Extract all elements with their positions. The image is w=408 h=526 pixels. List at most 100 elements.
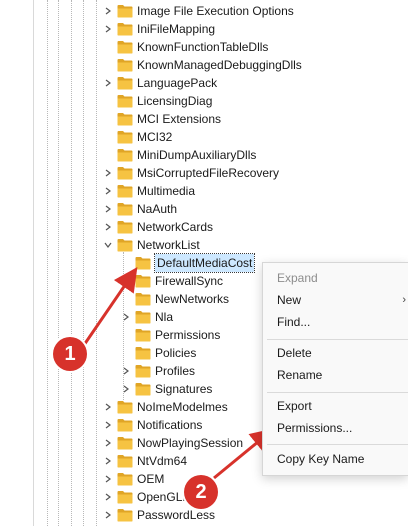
tree-item-label: KnownFunctionTableDlls <box>137 40 269 54</box>
tree-item[interactable]: NaAuth <box>103 200 177 218</box>
tree-item-label: Image File Execution Options <box>137 4 294 18</box>
chevron-right-icon[interactable] <box>103 74 113 92</box>
chevron-right-icon[interactable] <box>103 470 113 488</box>
chevron-right-icon[interactable] <box>121 308 131 326</box>
tree-item[interactable]: MiniDumpAuxiliaryDlls <box>103 146 256 164</box>
menu-separator <box>267 339 408 340</box>
folder-icon <box>117 437 133 450</box>
menu-item-delete[interactable]: Delete <box>263 342 408 364</box>
tree-item[interactable]: KnownManagedDebuggingDlls <box>103 56 302 74</box>
tree-item[interactable]: DefaultMediaCost <box>121 253 256 273</box>
tree-item[interactable]: KnownFunctionTableDlls <box>103 38 268 56</box>
chevron-right-icon[interactable] <box>103 506 113 524</box>
chevron-down-icon[interactable] <box>103 236 113 254</box>
chevron-right-icon[interactable] <box>103 218 113 236</box>
folder-icon <box>117 113 133 126</box>
expander-placeholder <box>121 272 131 290</box>
tree-item[interactable]: Policies <box>121 344 196 362</box>
menu-item-permissions[interactable]: Permissions... <box>263 417 408 439</box>
expander-placeholder <box>103 92 113 110</box>
tree-item[interactable]: NetworkCards <box>103 218 213 236</box>
chevron-right-icon[interactable] <box>103 182 113 200</box>
folder-icon <box>117 203 133 216</box>
tree-item[interactable]: NtVdm64 <box>103 452 187 470</box>
tree-item[interactable]: Signatures <box>121 380 212 398</box>
chevron-right-icon[interactable] <box>103 452 113 470</box>
tree-item[interactable]: FirewallSync <box>121 272 223 290</box>
tree-item-label: IniFileMapping <box>137 22 216 36</box>
menu-item-copy-key-name[interactable]: Copy Key Name <box>263 448 408 470</box>
tree-item[interactable]: Profiles <box>121 362 195 380</box>
tree-item-label: NaAuth <box>137 202 178 216</box>
tree-guide-line <box>83 0 84 526</box>
menu-item-new[interactable]: New › <box>263 289 408 311</box>
chevron-right-icon[interactable] <box>103 20 113 38</box>
folder-icon <box>135 347 151 360</box>
chevron-right-icon[interactable] <box>121 362 131 380</box>
folder-icon <box>135 293 151 306</box>
tree-item-label: KnownManagedDebuggingDlls <box>137 58 302 72</box>
tree-item-label: MsiCorruptedFileRecovery <box>137 166 280 180</box>
chevron-right-icon[interactable] <box>103 164 113 182</box>
tree-item[interactable]: LicensingDiag <box>103 92 212 110</box>
tree-item[interactable]: Notifications <box>103 416 202 434</box>
chevron-right-icon[interactable] <box>103 416 113 434</box>
callout-badge-2: 2 <box>184 475 218 509</box>
folder-icon <box>117 401 133 414</box>
context-menu: Expand New › Find... Delete Rename Expor… <box>262 262 408 476</box>
tree-item[interactable]: MCI Extensions <box>103 110 221 128</box>
tree-item-label: Notifications <box>137 418 203 432</box>
tree-item[interactable]: NewNetworks <box>121 290 229 308</box>
tree-item-label: NetworkList <box>137 238 200 252</box>
folder-icon <box>117 473 133 486</box>
menu-separator <box>267 392 408 393</box>
chevron-right-icon[interactable] <box>121 380 131 398</box>
folder-icon <box>117 95 133 108</box>
chevron-right-icon[interactable] <box>103 398 113 416</box>
menu-item-export[interactable]: Export <box>263 395 408 417</box>
expander-placeholder <box>103 128 113 146</box>
tree-item-label: OEM <box>137 472 165 486</box>
tree-item-label: Signatures <box>155 382 213 396</box>
folder-icon <box>117 491 133 504</box>
folder-icon <box>135 329 151 342</box>
tree-item-label: MCI32 <box>137 130 173 144</box>
tree-item[interactable]: Multimedia <box>103 182 195 200</box>
callout-badge-1: 1 <box>53 337 87 371</box>
folder-icon <box>117 185 133 198</box>
expander-placeholder <box>103 56 113 74</box>
tree-item[interactable]: OEM <box>103 470 164 488</box>
tree-item[interactable]: Nla <box>121 308 173 326</box>
folder-icon <box>117 239 133 252</box>
tree-item-label: MiniDumpAuxiliaryDlls <box>137 148 257 162</box>
tree-item[interactable]: MsiCorruptedFileRecovery <box>103 164 279 182</box>
tree-item[interactable]: IniFileMapping <box>103 20 215 38</box>
tree-item[interactable]: LanguagePack <box>103 74 217 92</box>
menu-item-find[interactable]: Find... <box>263 311 408 333</box>
tree-item-label: OpenGLD <box>137 490 192 504</box>
tree-item[interactable]: Image File Execution Options <box>103 2 294 20</box>
folder-icon <box>117 23 133 36</box>
tree-item-label: FirewallSync <box>155 274 224 288</box>
tree-guide-line <box>47 0 48 526</box>
expander-placeholder <box>103 38 113 56</box>
tree-item[interactable]: MCI32 <box>103 128 172 146</box>
tree-item[interactable]: NowPlayingSession <box>103 434 243 452</box>
menu-item-expand[interactable]: Expand <box>263 267 408 289</box>
tree-item-label: Profiles <box>155 364 196 378</box>
chevron-right-icon[interactable] <box>103 200 113 218</box>
tree-item[interactable]: OpenGLD <box>103 488 191 506</box>
tree-item-label: LanguagePack <box>137 76 218 90</box>
tree-item[interactable]: NoImeModelmes <box>103 398 228 416</box>
tree-item[interactable]: NetworkList <box>103 236 200 254</box>
folder-icon <box>117 77 133 90</box>
tree-item-label: MCI Extensions <box>137 112 222 126</box>
expander-placeholder <box>103 146 113 164</box>
folder-icon <box>117 149 133 162</box>
folder-icon <box>117 455 133 468</box>
chevron-right-icon[interactable] <box>103 2 113 20</box>
menu-item-rename[interactable]: Rename <box>263 364 408 386</box>
tree-item[interactable]: Permissions <box>121 326 220 344</box>
chevron-right-icon[interactable] <box>103 434 113 452</box>
chevron-right-icon[interactable] <box>103 488 113 506</box>
